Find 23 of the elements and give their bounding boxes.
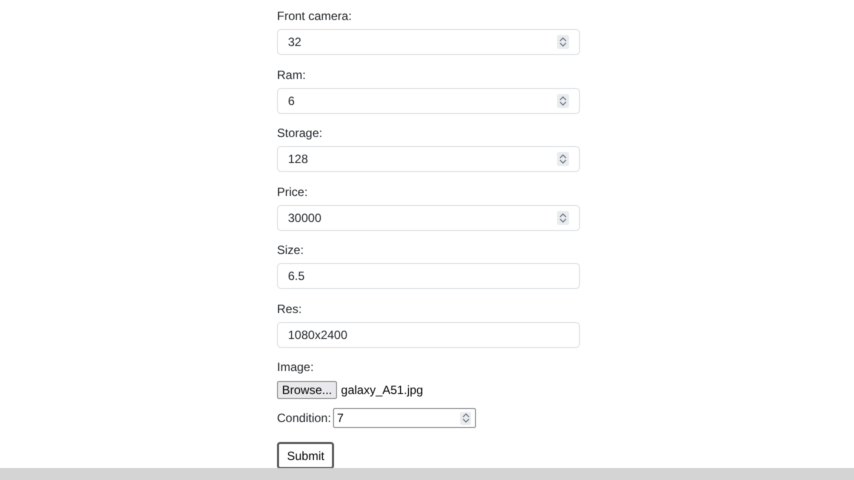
submit-button[interactable]: Submit — [277, 442, 334, 469]
spinner-icon[interactable] — [557, 210, 569, 224]
input-field[interactable]: 30000 — [277, 204, 580, 230]
field-label: Price: — [277, 184, 309, 200]
field-label: Storage: — [277, 125, 324, 142]
field-label: Front camera: — [277, 8, 353, 25]
input-field[interactable]: 1080x2400 — [277, 322, 580, 348]
field-label: Res: — [277, 300, 303, 318]
spinner-icon[interactable] — [557, 35, 569, 49]
input-field[interactable]: 7 — [333, 408, 476, 428]
input-field[interactable]: 6.5 — [277, 263, 580, 289]
input-field[interactable]: 32 — [277, 29, 580, 55]
input-field[interactable]: 6 — [277, 88, 580, 114]
field-label: Image: — [277, 359, 315, 376]
browse-button[interactable]: Browse... — [277, 381, 338, 399]
field-label: Ram: — [277, 66, 307, 84]
file-name: galaxy_A51.jpg — [341, 382, 424, 399]
spinner-icon[interactable] — [460, 412, 472, 424]
field-label: Condition: — [277, 410, 332, 427]
spinner-icon[interactable] — [557, 94, 569, 108]
field-label: Size: — [277, 242, 305, 259]
input-field[interactable]: 128 — [277, 146, 580, 172]
spinner-icon[interactable] — [557, 152, 569, 166]
